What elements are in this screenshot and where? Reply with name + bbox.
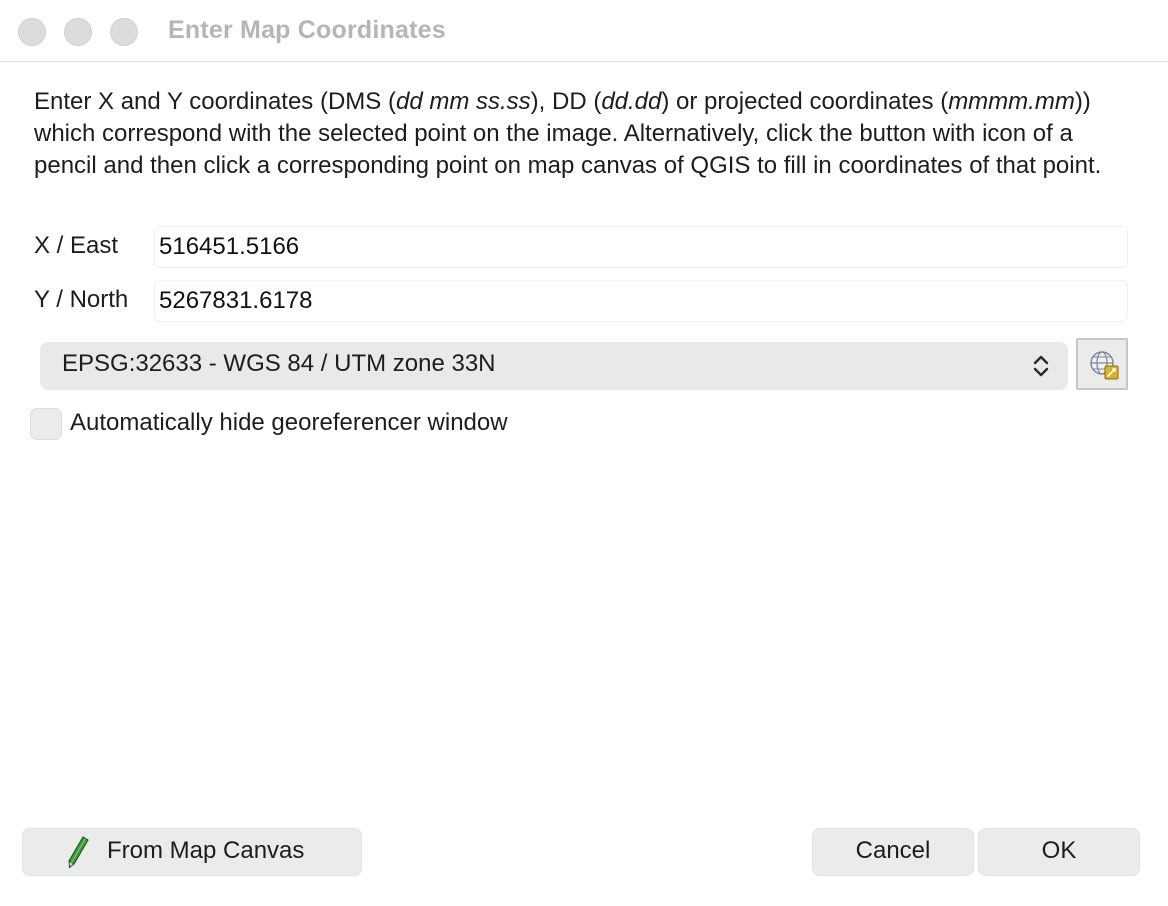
minimize-window-button[interactable] xyxy=(64,18,92,46)
cancel-button[interactable]: Cancel xyxy=(812,828,974,876)
crs-selected-value: EPSG:32633 - WGS 84 / UTM zone 33N xyxy=(62,350,496,377)
auto-hide-checkbox[interactable] xyxy=(30,408,62,440)
y-north-label: Y / North xyxy=(34,286,129,313)
zoom-window-button[interactable] xyxy=(110,18,138,46)
window-title: Enter Map Coordinates xyxy=(168,16,446,44)
x-east-label: X / East xyxy=(34,232,119,259)
instructions-text: Enter X and Y coordinates (DMS (dd mm ss… xyxy=(34,88,1102,179)
auto-hide-label[interactable]: Automatically hide georeferencer window xyxy=(70,409,508,437)
chevron-updown-icon xyxy=(1033,355,1049,377)
enter-map-coordinates-dialog: Enter Map Coordinates Enter X and Y coor… xyxy=(0,0,1168,906)
select-crs-button[interactable] xyxy=(1076,338,1128,390)
from-map-canvas-button[interactable]: From Map Canvas xyxy=(22,828,362,876)
close-window-button[interactable] xyxy=(18,18,46,46)
crs-selector-globe-icon xyxy=(1090,351,1119,380)
ok-button[interactable]: OK xyxy=(978,828,1140,876)
x-east-input[interactable] xyxy=(154,226,1128,268)
from-map-canvas-label: From Map Canvas xyxy=(107,837,305,864)
y-north-input[interactable] xyxy=(154,280,1128,322)
title-bar: Enter Map Coordinates xyxy=(0,0,1168,62)
crs-select[interactable]: EPSG:32633 - WGS 84 / UTM zone 33N xyxy=(40,342,1068,390)
pencil-icon xyxy=(68,836,89,869)
